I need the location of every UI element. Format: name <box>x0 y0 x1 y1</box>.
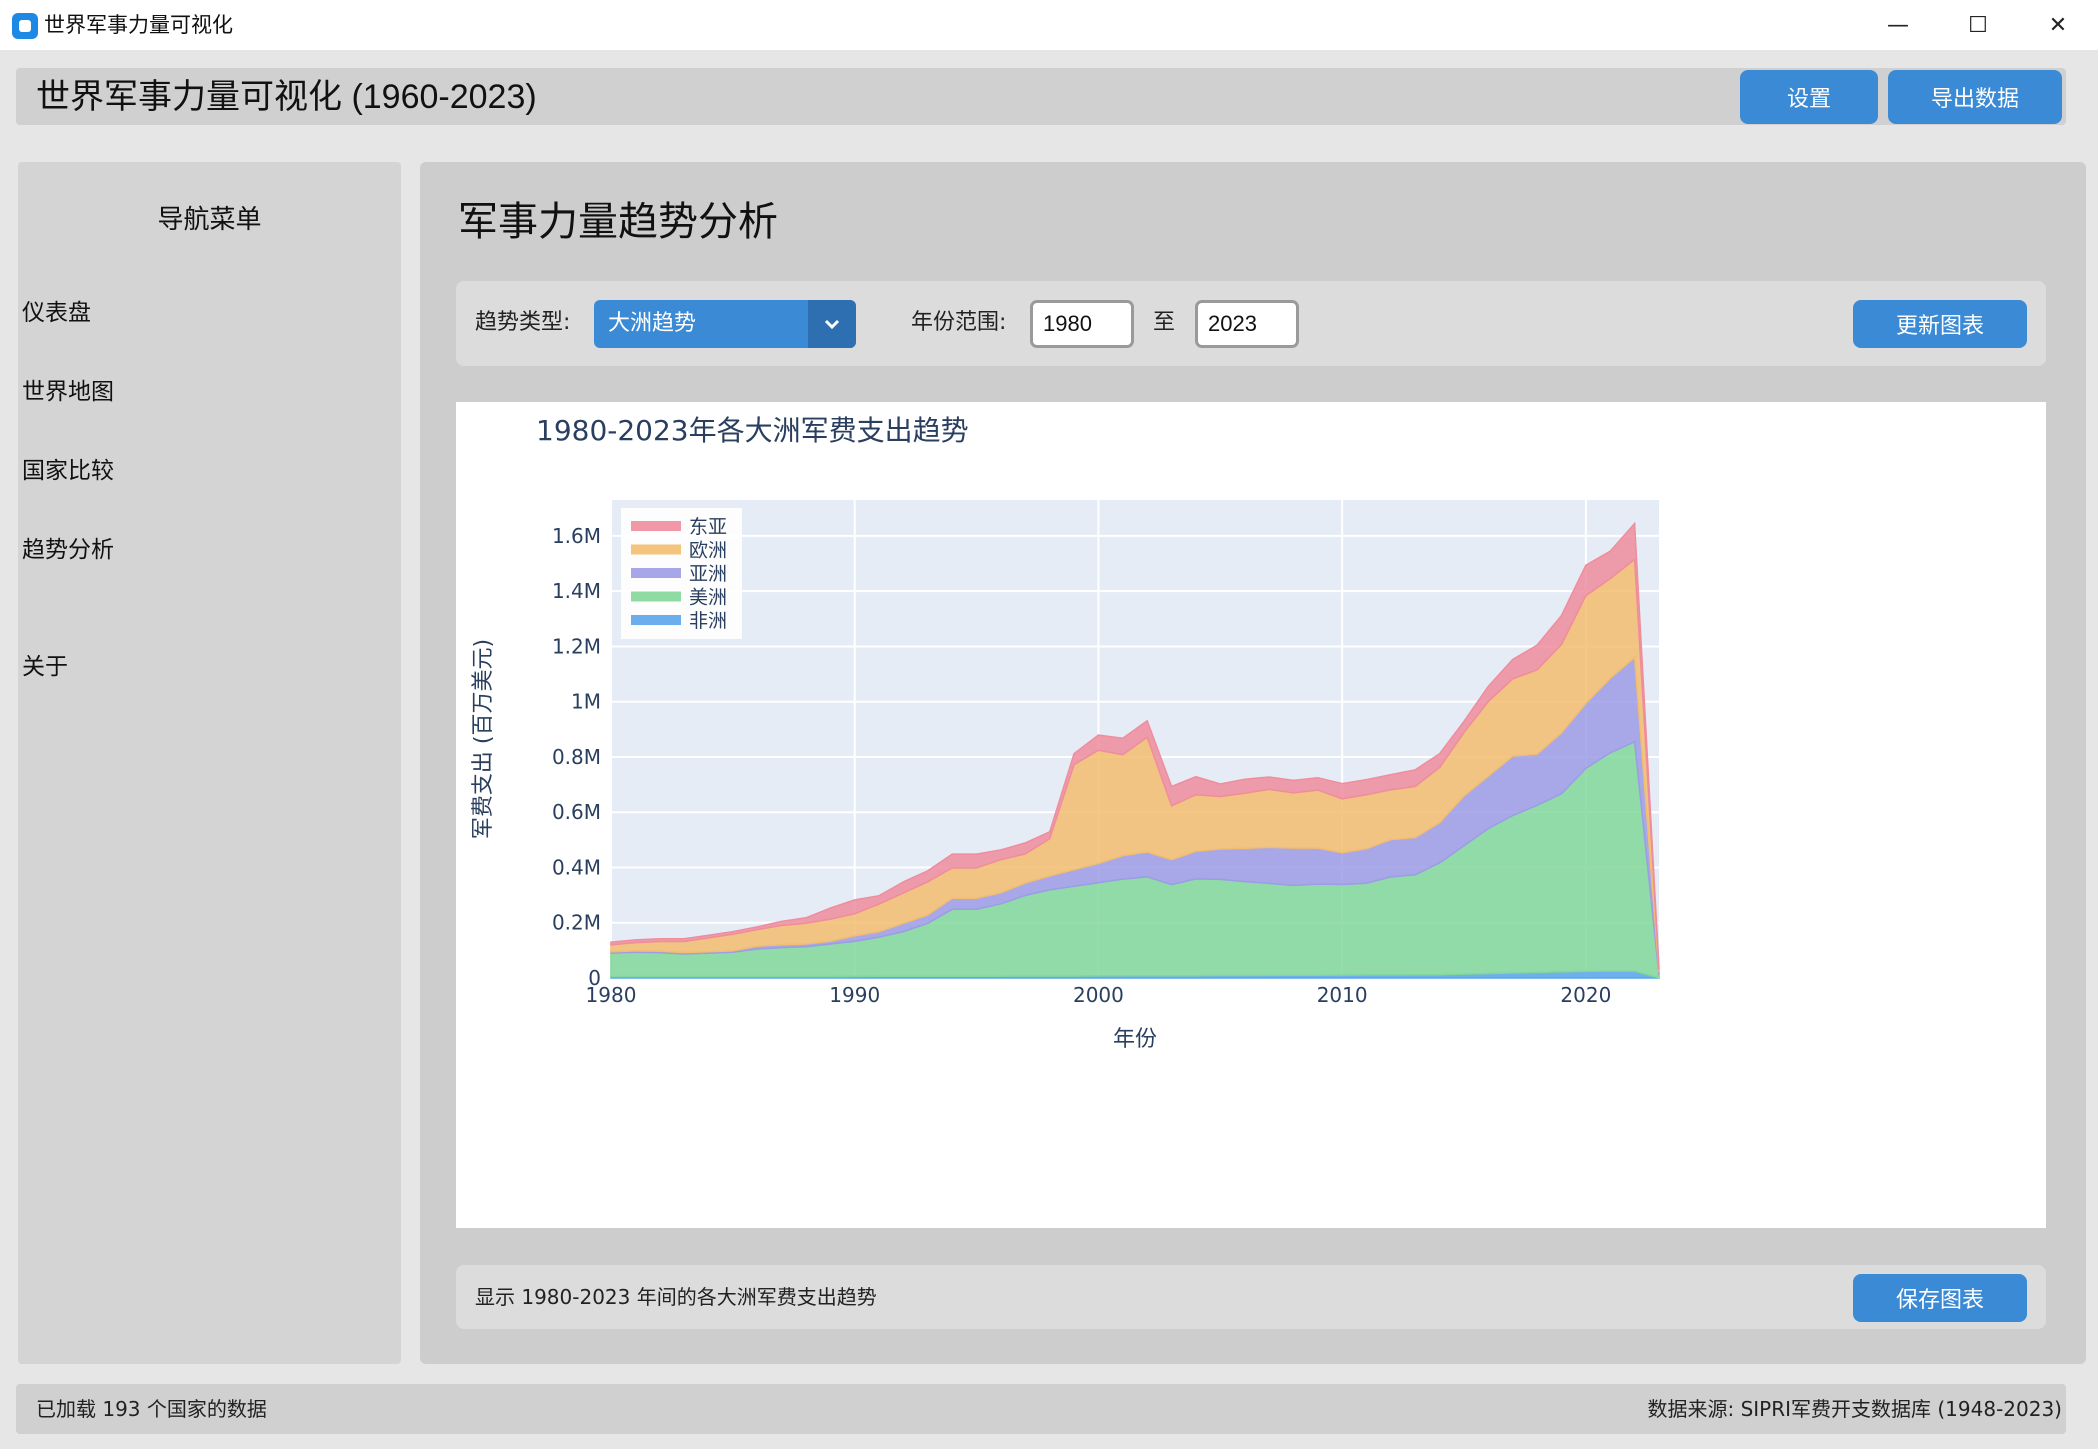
y-tick-label: 0.2M <box>552 911 601 935</box>
legend-label: 欧洲 <box>689 540 727 562</box>
sidebar <box>18 162 401 1364</box>
sidebar-item-country-comparison[interactable]: 国家比较 <box>22 454 114 488</box>
x-tick-label: 2000 <box>1073 983 1124 1007</box>
legend-swatch <box>631 521 681 531</box>
chart-title: 1980-2023年各大洲军费支出趋势 <box>536 414 969 447</box>
y-tick-label: 1.4M <box>552 579 601 603</box>
page-title: 军事力量趋势分析 <box>458 199 778 245</box>
close-button[interactable]: ✕ <box>2018 0 2098 50</box>
update-chart-button[interactable]: 更新图表 <box>1853 300 2027 348</box>
x-tick-label: 1980 <box>586 983 637 1007</box>
status-data-source: 数据来源: SIPRI军费开支数据库 (1948-2023) <box>1647 1397 2062 1421</box>
y-tick-label: 1.2M <box>552 634 601 658</box>
sidebar-item-world-map[interactable]: 世界地图 <box>22 375 114 409</box>
legend-label: 美洲 <box>689 587 727 609</box>
sidebar-title: 导航菜单 <box>157 205 262 235</box>
year-to-input[interactable]: 2023 <box>1195 300 1299 348</box>
y-tick-label: 0.8M <box>552 745 601 769</box>
x-tick-label: 2010 <box>1317 983 1368 1007</box>
sidebar-item-about[interactable]: 关于 <box>22 650 68 684</box>
sidebar-item-dashboard[interactable]: 仪表盘 <box>22 296 91 330</box>
chart-card: 0 0.2M 0.4M 0.6M 0.8M 1M 1.2M 1.4M 1.6M 1980 1990 2… <box>456 402 2046 1228</box>
legend-swatch <box>631 615 681 625</box>
legend-label: 亚洲 <box>689 563 727 585</box>
app-icon <box>12 13 38 39</box>
window-title-bar <box>0 0 2098 50</box>
x-tick-label: 1990 <box>829 983 880 1007</box>
window-title: 世界军事力量可视化 <box>44 13 233 37</box>
minimize-button[interactable]: — <box>1858 0 1938 50</box>
y-tick-label: 1.6M <box>552 524 601 548</box>
legend-swatch <box>631 568 681 578</box>
chevron-down-icon[interactable] <box>808 300 856 348</box>
y-tick-label: 1M <box>571 690 601 714</box>
export-data-button[interactable]: 导出数据 <box>1888 70 2062 124</box>
y-axis-label: 军费支出 (百万美元) <box>471 639 496 839</box>
maximize-button[interactable]: ☐ <box>1938 0 2018 50</box>
area-chart[interactable]: 00.2M0.4M0.6M0.8M1M1.2M1.4M1.6M1980 1990 2… <box>456 402 2046 1228</box>
y-tick-label: 0.6M <box>552 800 601 824</box>
x-axis-label: 年份 <box>1113 1027 1157 1052</box>
legend-label: 东亚 <box>689 516 727 538</box>
app-heading: 世界军事力量可视化 (1960-2023) <box>36 78 537 116</box>
legend-swatch <box>631 544 681 555</box>
to-label: 至 <box>1153 310 1176 335</box>
y-tick-label: 0.4M <box>552 855 601 879</box>
save-chart-button[interactable]: 保存图表 <box>1853 1274 2027 1322</box>
sidebar-item-trend-analysis[interactable]: 趋势分析 <box>22 533 114 567</box>
status-loaded-count: 已加载 193 个国家的数据 <box>36 1397 267 1421</box>
legend-label: 非洲 <box>689 610 727 632</box>
chart-description: 显示 1980-2023 年间的各大洲军费支出趋势 <box>475 1285 877 1309</box>
settings-button[interactable]: 设置 <box>1740 70 1878 124</box>
x-tick-label: 2020 <box>1560 983 1611 1007</box>
trend-type-label: 趋势类型: <box>475 310 571 335</box>
legend-swatch <box>631 591 681 602</box>
year-range-label: 年份范围: <box>911 310 1007 335</box>
year-from-input[interactable]: 1980 <box>1030 300 1134 348</box>
